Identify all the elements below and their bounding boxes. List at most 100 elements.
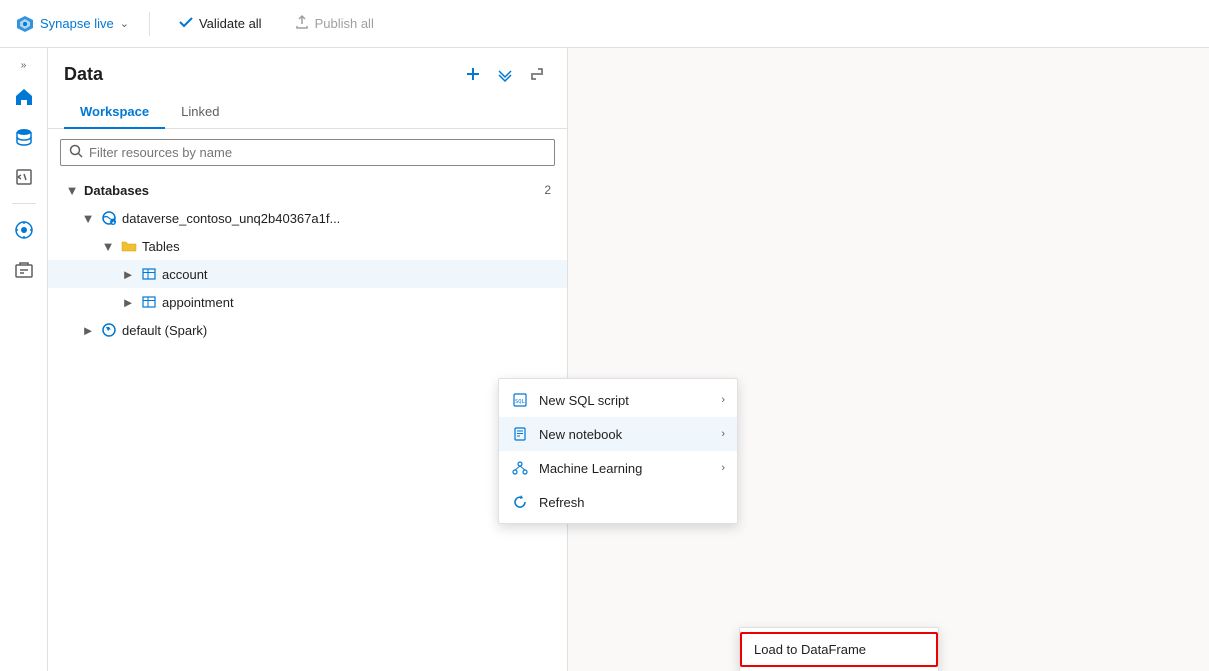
manage-icon [14, 260, 34, 280]
nav-divider [12, 203, 36, 204]
left-nav: » [0, 48, 48, 671]
tree-view: ▼ Databases 2 ▼ ★ dataverse_contoso_unq2… [48, 176, 567, 671]
ml-label: Machine Learning [539, 461, 711, 476]
menu-item-refresh[interactable]: Refresh [499, 485, 737, 519]
sidebar-panel: Data [48, 48, 568, 671]
ml-icon [511, 459, 529, 477]
add-button[interactable] [459, 60, 487, 88]
search-input[interactable] [89, 145, 546, 160]
table-icon [140, 265, 158, 283]
brand-area[interactable]: Synapse live ⌄ [16, 15, 129, 33]
tree-item-account[interactable]: ► account [48, 260, 567, 288]
home-icon [14, 87, 34, 107]
tables-chevron: ▼ [100, 238, 116, 254]
tabs-bar: Workspace Linked [48, 96, 567, 129]
publish-label: Publish all [315, 16, 374, 31]
publish-icon [294, 14, 310, 33]
tree-databases-header[interactable]: ▼ Databases 2 [48, 176, 567, 204]
tab-workspace[interactable]: Workspace [64, 96, 165, 129]
refresh-icon [511, 493, 529, 511]
nav-expand-icon[interactable]: » [17, 56, 31, 75]
table-svg-2 [141, 294, 157, 310]
main-content [568, 48, 1209, 671]
collapse-icon [529, 66, 545, 82]
svg-text:SQL: SQL [515, 399, 526, 405]
spark-icon [100, 321, 118, 339]
appointment-label: appointment [162, 295, 234, 310]
table-icon-appointment [140, 293, 158, 311]
folder-icon [120, 237, 138, 255]
new-notebook-label: New notebook [539, 427, 711, 442]
databases-count: 2 [544, 183, 551, 197]
spark-svg [101, 322, 117, 338]
nav-item-home[interactable] [6, 79, 42, 115]
databases-chevron: ▼ [64, 182, 80, 198]
menu-item-new-sql[interactable]: SQL New SQL script › [499, 383, 737, 417]
tab-linked[interactable]: Linked [165, 96, 235, 129]
sql-svg: SQL [512, 392, 528, 408]
search-box[interactable] [60, 139, 555, 166]
load-dataframe-label: Load to DataFrame [754, 642, 866, 657]
sidebar-header: Data [48, 48, 567, 96]
ml-svg [512, 460, 528, 476]
dataverse-icon: ★ [100, 209, 118, 227]
new-notebook-chevron: › [721, 428, 725, 440]
checkmark-icon [178, 14, 194, 30]
databases-label: Databases [84, 183, 544, 198]
tree-item-dataverse[interactable]: ▼ ★ dataverse_contoso_unq2b40367a1f... [48, 204, 567, 232]
default-spark-label: default (Spark) [122, 323, 207, 338]
refresh-svg [512, 494, 528, 510]
lake-db-icon: ★ [101, 210, 117, 226]
context-menu: SQL New SQL script › New notebook [498, 378, 738, 524]
tables-label: Tables [142, 239, 180, 254]
brand-name: Synapse live [40, 16, 114, 31]
notebook-icon [511, 425, 529, 443]
database-icon [14, 127, 34, 147]
default-chevron: ► [80, 322, 96, 338]
magnifier-icon [69, 144, 83, 158]
folder-svg [121, 238, 137, 254]
nav-item-manage[interactable] [6, 252, 42, 288]
search-icon [69, 144, 83, 161]
brand-chevron[interactable]: ⌄ [120, 17, 129, 30]
notebook-svg [512, 426, 528, 442]
new-sql-chevron: › [721, 394, 725, 406]
submenu: Load to DataFrame [739, 627, 939, 671]
appointment-chevron: ► [120, 294, 136, 310]
account-chevron: ► [120, 266, 136, 282]
expand-icon [497, 66, 513, 82]
submenu-item-load-dataframe[interactable]: Load to DataFrame [740, 632, 938, 667]
develop-icon [14, 167, 34, 187]
dataverse-label: dataverse_contoso_unq2b40367a1f... [122, 211, 340, 226]
sidebar-actions [459, 60, 551, 88]
synapse-icon [16, 15, 34, 33]
publish-all-button[interactable]: Publish all [286, 10, 382, 37]
topbar-divider-1 [149, 12, 150, 36]
account-label: account [162, 267, 208, 282]
tree-item-tables[interactable]: ▼ Tables [48, 232, 567, 260]
validate-all-button[interactable]: Validate all [170, 10, 270, 37]
nav-item-develop[interactable] [6, 159, 42, 195]
table-svg [141, 266, 157, 282]
ml-chevron: › [721, 462, 725, 474]
monitor-icon [14, 220, 34, 240]
main-area: » [0, 48, 1209, 671]
plus-icon [465, 66, 481, 82]
upload-icon [294, 14, 310, 30]
sidebar-title: Data [64, 64, 103, 85]
tree-item-default-spark[interactable]: ► default (Spark) [48, 316, 567, 344]
validate-icon [178, 14, 194, 33]
menu-item-new-notebook[interactable]: New notebook › [499, 417, 737, 451]
menu-item-ml[interactable]: Machine Learning › [499, 451, 737, 485]
svg-text:★: ★ [112, 220, 116, 225]
collapse-panel-button[interactable] [523, 60, 551, 88]
validate-label: Validate all [199, 16, 262, 31]
sql-icon: SQL [511, 391, 529, 409]
topbar: Synapse live ⌄ Validate all Publish all [0, 0, 1209, 48]
tree-item-appointment[interactable]: ► appointment [48, 288, 567, 316]
nav-item-monitor[interactable] [6, 212, 42, 248]
expand-button[interactable] [491, 60, 519, 88]
dataverse-chevron: ▼ [80, 210, 96, 226]
new-sql-label: New SQL script [539, 393, 711, 408]
nav-item-data[interactable] [6, 119, 42, 155]
